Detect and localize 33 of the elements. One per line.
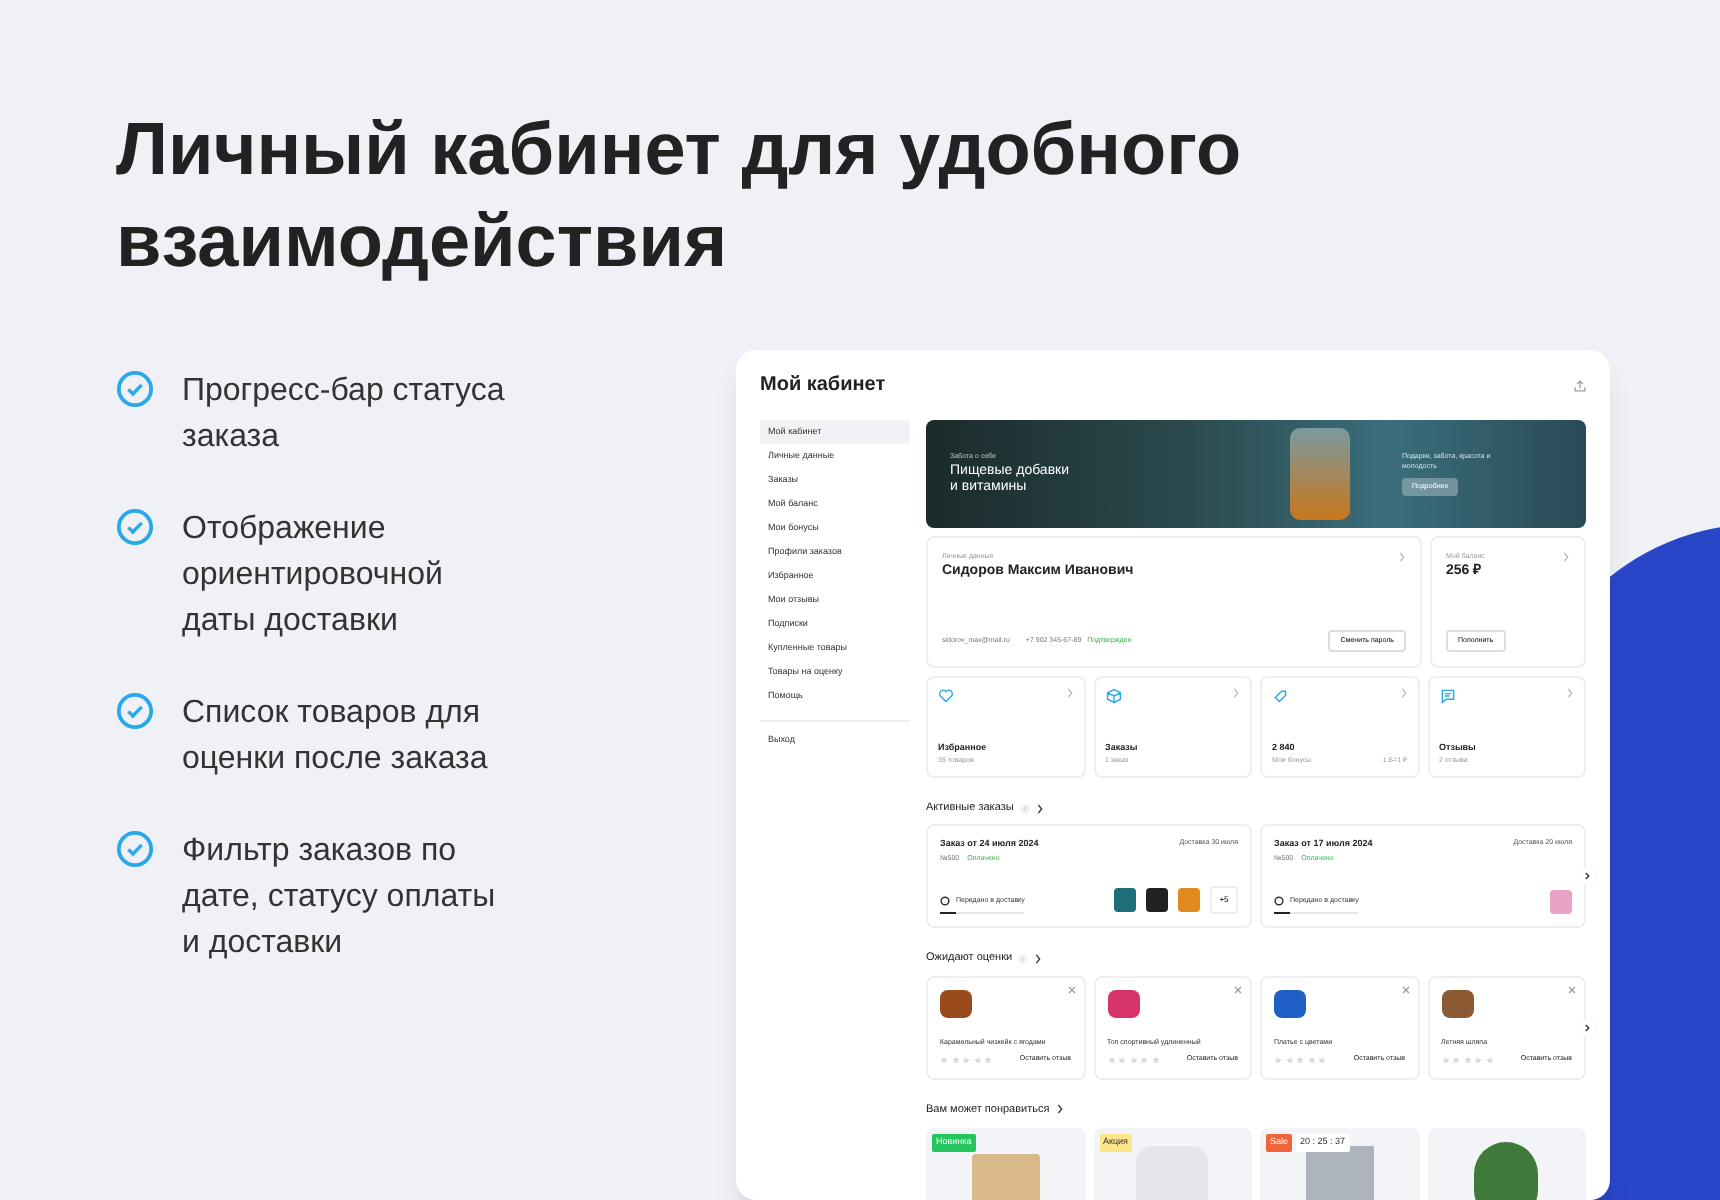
share-icon[interactable] — [1574, 379, 1586, 391]
star-icon[interactable] — [1274, 1055, 1282, 1064]
feature-text: Отображение ориентировочной даты доставки — [182, 510, 445, 642]
chevron-right-icon[interactable] — [1055, 1104, 1064, 1115]
feature-text: Фильтр заказов по дате, статусу оплаты и доставки — [182, 832, 498, 964]
plant-image — [1474, 1141, 1539, 1200]
feature-text: Прогресс-бар статуса заказа — [182, 372, 507, 458]
close-icon[interactable] — [1067, 985, 1075, 993]
next-button[interactable] — [1578, 867, 1596, 886]
check-circle-icon — [116, 692, 154, 730]
close-icon[interactable] — [1401, 985, 1409, 993]
chevron-left-icon[interactable] — [1019, 803, 1030, 814]
close-icon[interactable] — [1568, 985, 1576, 993]
chevron-left-icon[interactable] — [1018, 953, 1029, 964]
check-circle-icon — [116, 370, 154, 408]
nightstand-image — [971, 1153, 1040, 1200]
heart-icon — [938, 688, 954, 704]
check-circle-icon — [116, 508, 154, 546]
jar-image — [1290, 428, 1350, 520]
feature-text: Список товаров для оценки после заказа — [182, 694, 490, 780]
status-circle-icon — [1274, 895, 1284, 906]
check-circle-icon — [116, 830, 154, 868]
chevron-right-icon[interactable] — [1034, 953, 1043, 964]
status-circle-icon — [940, 895, 950, 906]
chevron-right-icon[interactable] — [1035, 803, 1044, 814]
close-icon[interactable] — [1234, 985, 1242, 993]
next-button[interactable] — [1578, 1018, 1596, 1036]
tag-icon — [1272, 688, 1288, 704]
star-icon[interactable] — [940, 1055, 948, 1064]
page-title: Мой кабинет — [760, 372, 886, 400]
box-icon — [1105, 688, 1121, 704]
chat-icon — [1439, 688, 1455, 704]
headline: Личный кабинет для удобного взаимодействия — [116, 106, 1244, 286]
